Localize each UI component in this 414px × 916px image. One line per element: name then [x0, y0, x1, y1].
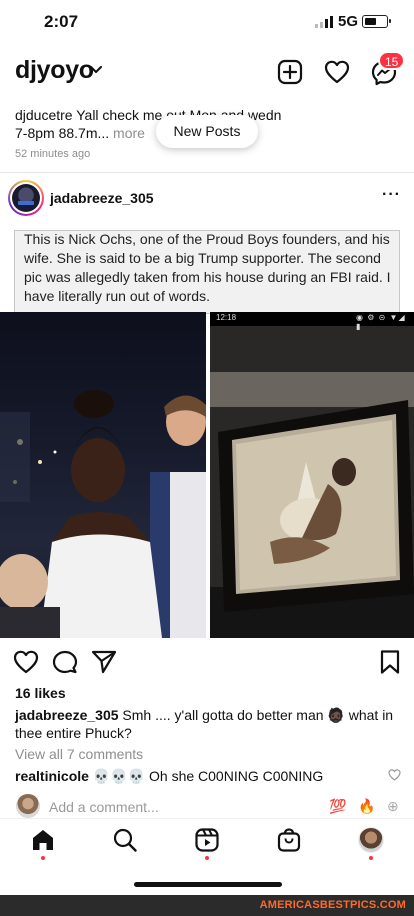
caption-text: Smh .... y'all gotta do better man 🧔🏿 wh… [122, 707, 394, 723]
photo-couple [0, 312, 206, 638]
status-time: 2:07 [44, 12, 79, 31]
phone-screen-icons: ◉ ⚙ ⊝ ▼◢ ▮ [356, 313, 406, 331]
current-user-avatar [16, 794, 40, 818]
comment-icon[interactable] [52, 649, 78, 675]
network-label: 5G [338, 13, 359, 30]
signal-icon [315, 16, 333, 28]
messages-badge[interactable]: 15 [378, 51, 406, 70]
framed-picture-illustration [210, 326, 414, 638]
reels-notification-dot [205, 856, 209, 860]
create-post-icon[interactable] [276, 58, 304, 86]
add-comment-input[interactable]: Add a comment... [49, 799, 159, 815]
chevron-down-icon[interactable] [90, 66, 102, 74]
watermark-strip: AMERICASBESTPICS.COM [0, 895, 414, 916]
view-all-comments-link[interactable]: View all 7 comments [15, 746, 143, 762]
home-indicator[interactable] [134, 882, 282, 887]
more-horizontal-icon[interactable]: ··· [382, 186, 401, 204]
like-heart-icon[interactable] [13, 649, 39, 675]
post-image[interactable]: This is Nick Ochs, one of the Proud Boys… [0, 222, 414, 638]
profile-avatar[interactable] [358, 827, 384, 853]
quick-reaction-hundred[interactable]: 💯 [329, 798, 346, 815]
phone-screen-time: 12:18 [216, 313, 237, 322]
reels-icon[interactable] [194, 827, 220, 853]
comment-row: realtinicole 💀💀💀 Oh she C00NING C00NING [15, 768, 323, 785]
save-bookmark-icon[interactable] [377, 649, 403, 675]
comment-like-icon[interactable] [388, 769, 401, 781]
shop-bag-icon[interactable] [276, 827, 302, 853]
profile-notification-dot [369, 856, 373, 860]
photo-framed-picture: 12:18 ◉ ⚙ ⊝ ▼◢ ▮ [210, 312, 414, 638]
post-author-avatar[interactable] [8, 180, 44, 216]
image-caption-text: This is Nick Ochs, one of the Proud Boys… [24, 231, 391, 304]
comment-username[interactable]: realtinicole [15, 768, 89, 784]
caption-username[interactable]: jadabreeze_305 [15, 707, 119, 723]
notification-time: 52 minutes ago [15, 148, 91, 160]
search-icon[interactable] [112, 827, 138, 853]
comment-text: 💀💀💀 Oh she C00NING C00NING [92, 768, 324, 784]
caption-text-continued: thee entire Phuck? [15, 725, 132, 741]
share-send-icon[interactable] [91, 649, 117, 675]
home-notification-dot [41, 856, 45, 860]
add-reaction-icon[interactable]: ⊕ [387, 798, 399, 815]
post-username[interactable]: jadabreeze_305 [50, 190, 154, 206]
account-switcher-title[interactable]: djyoyo [15, 56, 94, 85]
divider [0, 172, 414, 173]
notification-text-continued[interactable]: 7-8pm 88.7m... more [15, 125, 145, 141]
notification-text-part: 7-8pm 88.7m... [15, 125, 110, 141]
watermark-text: AMERICASBESTPICS.COM [259, 899, 406, 911]
notification-more-link[interactable]: more [113, 125, 145, 141]
photo-couple-illustration [0, 390, 206, 638]
post-caption: jadabreeze_305 Smh .... y'all gotta do b… [15, 707, 405, 724]
home-icon[interactable] [30, 827, 56, 853]
new-posts-pill[interactable]: New Posts [156, 115, 258, 148]
battery-icon [362, 15, 391, 28]
likes-count[interactable]: 16 likes [15, 685, 66, 701]
heart-activity-icon[interactable] [323, 58, 351, 86]
quick-reaction-fire[interactable]: 🔥 [358, 798, 375, 815]
